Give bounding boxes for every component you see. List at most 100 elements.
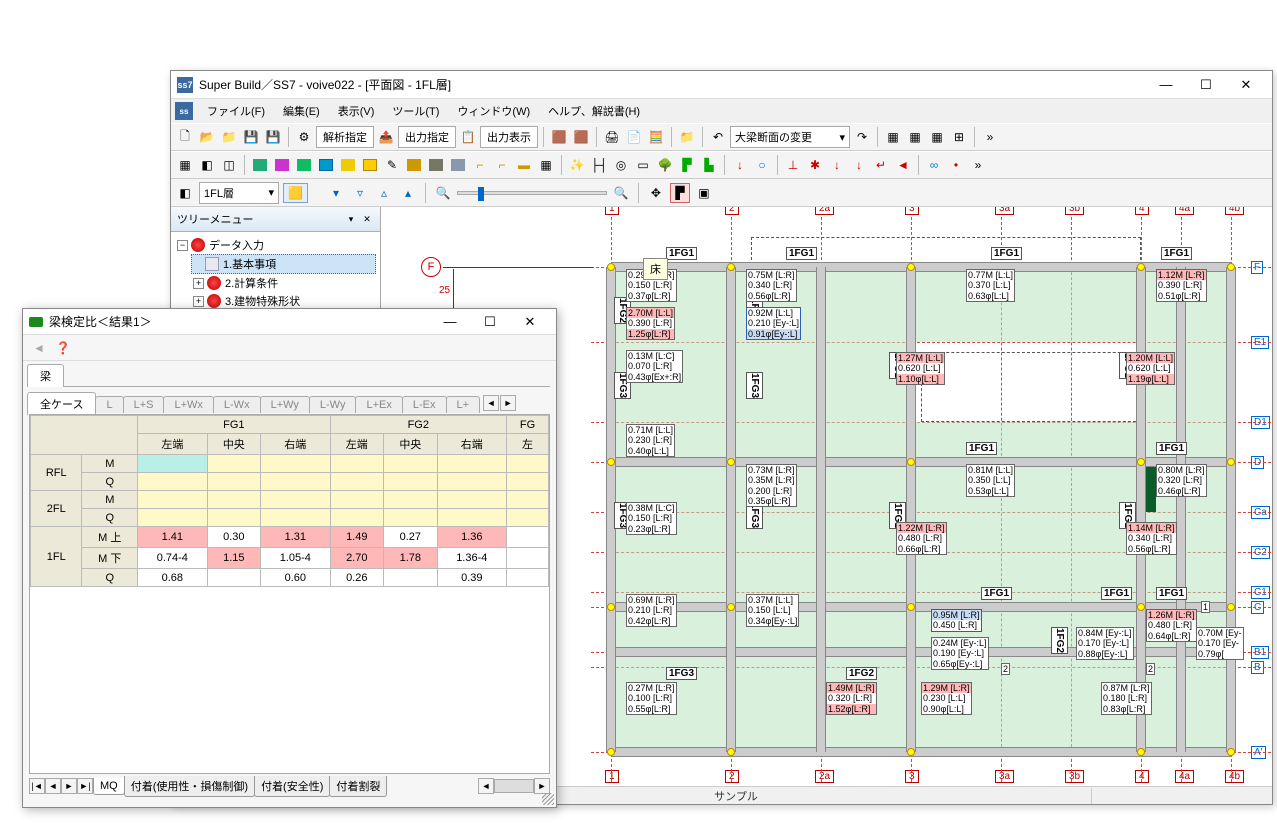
case-tab-LWxm[interactable]: L-Wx bbox=[213, 396, 261, 413]
s-flag2-icon[interactable]: ▙ bbox=[699, 155, 719, 175]
fb-nav-icon[interactable]: ◧ bbox=[175, 183, 195, 203]
s-flag1-icon[interactable]: ▛ bbox=[677, 155, 697, 175]
print-icon[interactable]: 🖨 bbox=[602, 127, 622, 147]
btab-a3[interactable]: 付着割裂 bbox=[329, 776, 387, 797]
case-tab-LS[interactable]: L+S bbox=[123, 396, 165, 413]
t1-icon[interactable]: ▦ bbox=[883, 127, 903, 147]
s-yellow1-icon[interactable] bbox=[338, 155, 358, 175]
tab-beam[interactable]: 梁 bbox=[27, 364, 64, 387]
s-bar-icon[interactable]: ▬ bbox=[514, 155, 534, 175]
menu-help[interactable]: ヘルプ、解説書(H) bbox=[540, 100, 648, 122]
open2-icon[interactable]: 📁 bbox=[219, 127, 239, 147]
case-tab-L[interactable]: L bbox=[95, 396, 123, 413]
s-more-icon[interactable]: » bbox=[968, 155, 988, 175]
btab-next-icon[interactable]: ► bbox=[61, 778, 77, 794]
s-r3-icon[interactable]: ↓ bbox=[827, 155, 847, 175]
menu-window[interactable]: ウィンドウ(W) bbox=[449, 100, 538, 122]
case-tab-LWy[interactable]: L+Wy bbox=[260, 396, 310, 413]
redo-icon[interactable]: ↷ bbox=[852, 127, 872, 147]
case-tab-LWx[interactable]: L+Wx bbox=[163, 396, 213, 413]
zoom-slider[interactable] bbox=[457, 191, 607, 195]
s-green2-icon[interactable] bbox=[294, 155, 314, 175]
btab-prev-icon[interactable]: ◄ bbox=[45, 778, 61, 794]
t4-icon[interactable]: ⊞ bbox=[949, 127, 969, 147]
expand-icon[interactable]: + bbox=[193, 278, 204, 289]
menu-edit[interactable]: 編集(E) bbox=[275, 100, 328, 122]
s-r4-icon[interactable]: ↓ bbox=[849, 155, 869, 175]
s-green-icon[interactable] bbox=[250, 155, 270, 175]
tabs-prev-icon[interactable]: ◄ bbox=[483, 395, 499, 411]
case-tab-all[interactable]: 全ケース bbox=[27, 392, 96, 415]
s-magenta-icon[interactable] bbox=[272, 155, 292, 175]
case-tab-LEx[interactable]: L+Ex bbox=[355, 396, 402, 413]
t2-icon[interactable]: ▦ bbox=[905, 127, 925, 147]
s-slate-icon[interactable] bbox=[448, 155, 468, 175]
s-wand-icon[interactable]: ✨ bbox=[567, 155, 587, 175]
s-dot-icon[interactable]: • bbox=[946, 155, 966, 175]
s-ang1-icon[interactable]: ⌐ bbox=[470, 155, 490, 175]
s-link-icon[interactable]: ∞ bbox=[924, 155, 944, 175]
save-icon[interactable]: 💾 bbox=[241, 127, 261, 147]
maximize-button[interactable]: ☐ bbox=[1186, 73, 1226, 97]
resize-grip[interactable] bbox=[542, 793, 554, 805]
btab-a1[interactable]: 付着(使用性・損傷制御) bbox=[124, 776, 255, 797]
btab-last-icon[interactable]: ►| bbox=[77, 778, 93, 794]
pan-icon[interactable]: ✥ bbox=[646, 183, 666, 203]
analysis-icon[interactable]: ⚙ bbox=[294, 127, 314, 147]
child-close-button[interactable]: ✕ bbox=[510, 310, 550, 334]
child-back-icon[interactable]: ◄ bbox=[29, 338, 49, 358]
fb-up-icon[interactable]: ▴ bbox=[398, 183, 418, 203]
new-icon[interactable]: 🗋 bbox=[175, 127, 195, 147]
tool-b-icon[interactable]: 🟫 bbox=[571, 127, 591, 147]
s-dim-icon[interactable]: ├┤ bbox=[589, 155, 609, 175]
output-show-button[interactable]: 出力表示 bbox=[480, 126, 538, 148]
saveall-icon[interactable]: 💾 bbox=[263, 127, 283, 147]
folder-icon[interactable]: 📁 bbox=[677, 127, 697, 147]
tree-item-2[interactable]: + 2.計算条件 bbox=[191, 274, 376, 292]
view-3d-icon[interactable]: ◫ bbox=[219, 155, 239, 175]
s-r2-icon[interactable]: ✱ bbox=[805, 155, 825, 175]
s-cyan-icon[interactable] bbox=[316, 155, 336, 175]
case-tab-more[interactable]: L+ bbox=[446, 396, 481, 413]
tabs-next-icon[interactable]: ► bbox=[500, 395, 516, 411]
copy-icon[interactable]: 📄 bbox=[624, 127, 644, 147]
open-icon[interactable]: 📂 bbox=[197, 127, 217, 147]
zoom-out-icon[interactable]: 🔍 bbox=[433, 183, 453, 203]
output-spec-icon[interactable]: 📤 bbox=[376, 127, 396, 147]
zoom-in-icon[interactable]: 🔍 bbox=[611, 183, 631, 203]
tree-item-1[interactable]: 1.基本事項 bbox=[191, 254, 376, 274]
floor-slab-button[interactable]: 🟨 bbox=[283, 183, 308, 203]
change-combo[interactable]: 大梁断面の変更▾ bbox=[730, 126, 850, 148]
output-show-icon[interactable]: 📋 bbox=[458, 127, 478, 147]
btab-mq[interactable]: MQ bbox=[93, 778, 125, 795]
expand-icon[interactable]: » bbox=[980, 127, 1000, 147]
menu-tool[interactable]: ツール(T) bbox=[384, 100, 447, 122]
hscroll-prev-icon[interactable]: ◄ bbox=[478, 778, 494, 794]
floor-combo[interactable]: 1FL層▾ bbox=[199, 182, 279, 204]
tool-a-icon[interactable]: 🟫 bbox=[549, 127, 569, 147]
fb-flag-icon[interactable]: ▛ bbox=[670, 183, 690, 203]
s-dk-icon[interactable] bbox=[426, 155, 446, 175]
hscroll-next-icon[interactable]: ► bbox=[534, 778, 550, 794]
close-button[interactable]: ✕ bbox=[1226, 73, 1266, 97]
expand-icon[interactable]: − bbox=[177, 240, 188, 251]
t3-icon[interactable]: ▦ bbox=[927, 127, 947, 147]
s-target-icon[interactable]: ◎ bbox=[611, 155, 631, 175]
fb-fit-icon[interactable]: ▣ bbox=[694, 183, 714, 203]
s-w1-icon[interactable]: ↓ bbox=[730, 155, 750, 175]
s-tree-icon[interactable]: 🌳 bbox=[655, 155, 675, 175]
output-spec-button[interactable]: 出力指定 bbox=[398, 126, 456, 148]
s-pencil-icon[interactable]: ✎ bbox=[382, 155, 402, 175]
tree-close-icon[interactable]: ✕ bbox=[360, 212, 374, 226]
child-help-icon[interactable]: ❓ bbox=[53, 338, 73, 358]
view-elev-icon[interactable]: ◧ bbox=[197, 155, 217, 175]
undo-icon[interactable]: ↶ bbox=[708, 127, 728, 147]
case-tab-LExm[interactable]: L-Ex bbox=[402, 396, 447, 413]
analysis-button[interactable]: 解析指定 bbox=[316, 126, 374, 148]
menu-file[interactable]: ファイル(F) bbox=[199, 100, 273, 122]
s-ang2-icon[interactable]: ⌐ bbox=[492, 155, 512, 175]
result-grid[interactable]: FG1 FG2 FG 左端 中央 右端 左端 中央 右端 左 RFL M Q bbox=[29, 414, 550, 774]
s-yellow2-icon[interactable] bbox=[360, 155, 380, 175]
child-minimize-button[interactable]: ― bbox=[430, 310, 470, 334]
expand-icon[interactable]: + bbox=[193, 296, 204, 307]
